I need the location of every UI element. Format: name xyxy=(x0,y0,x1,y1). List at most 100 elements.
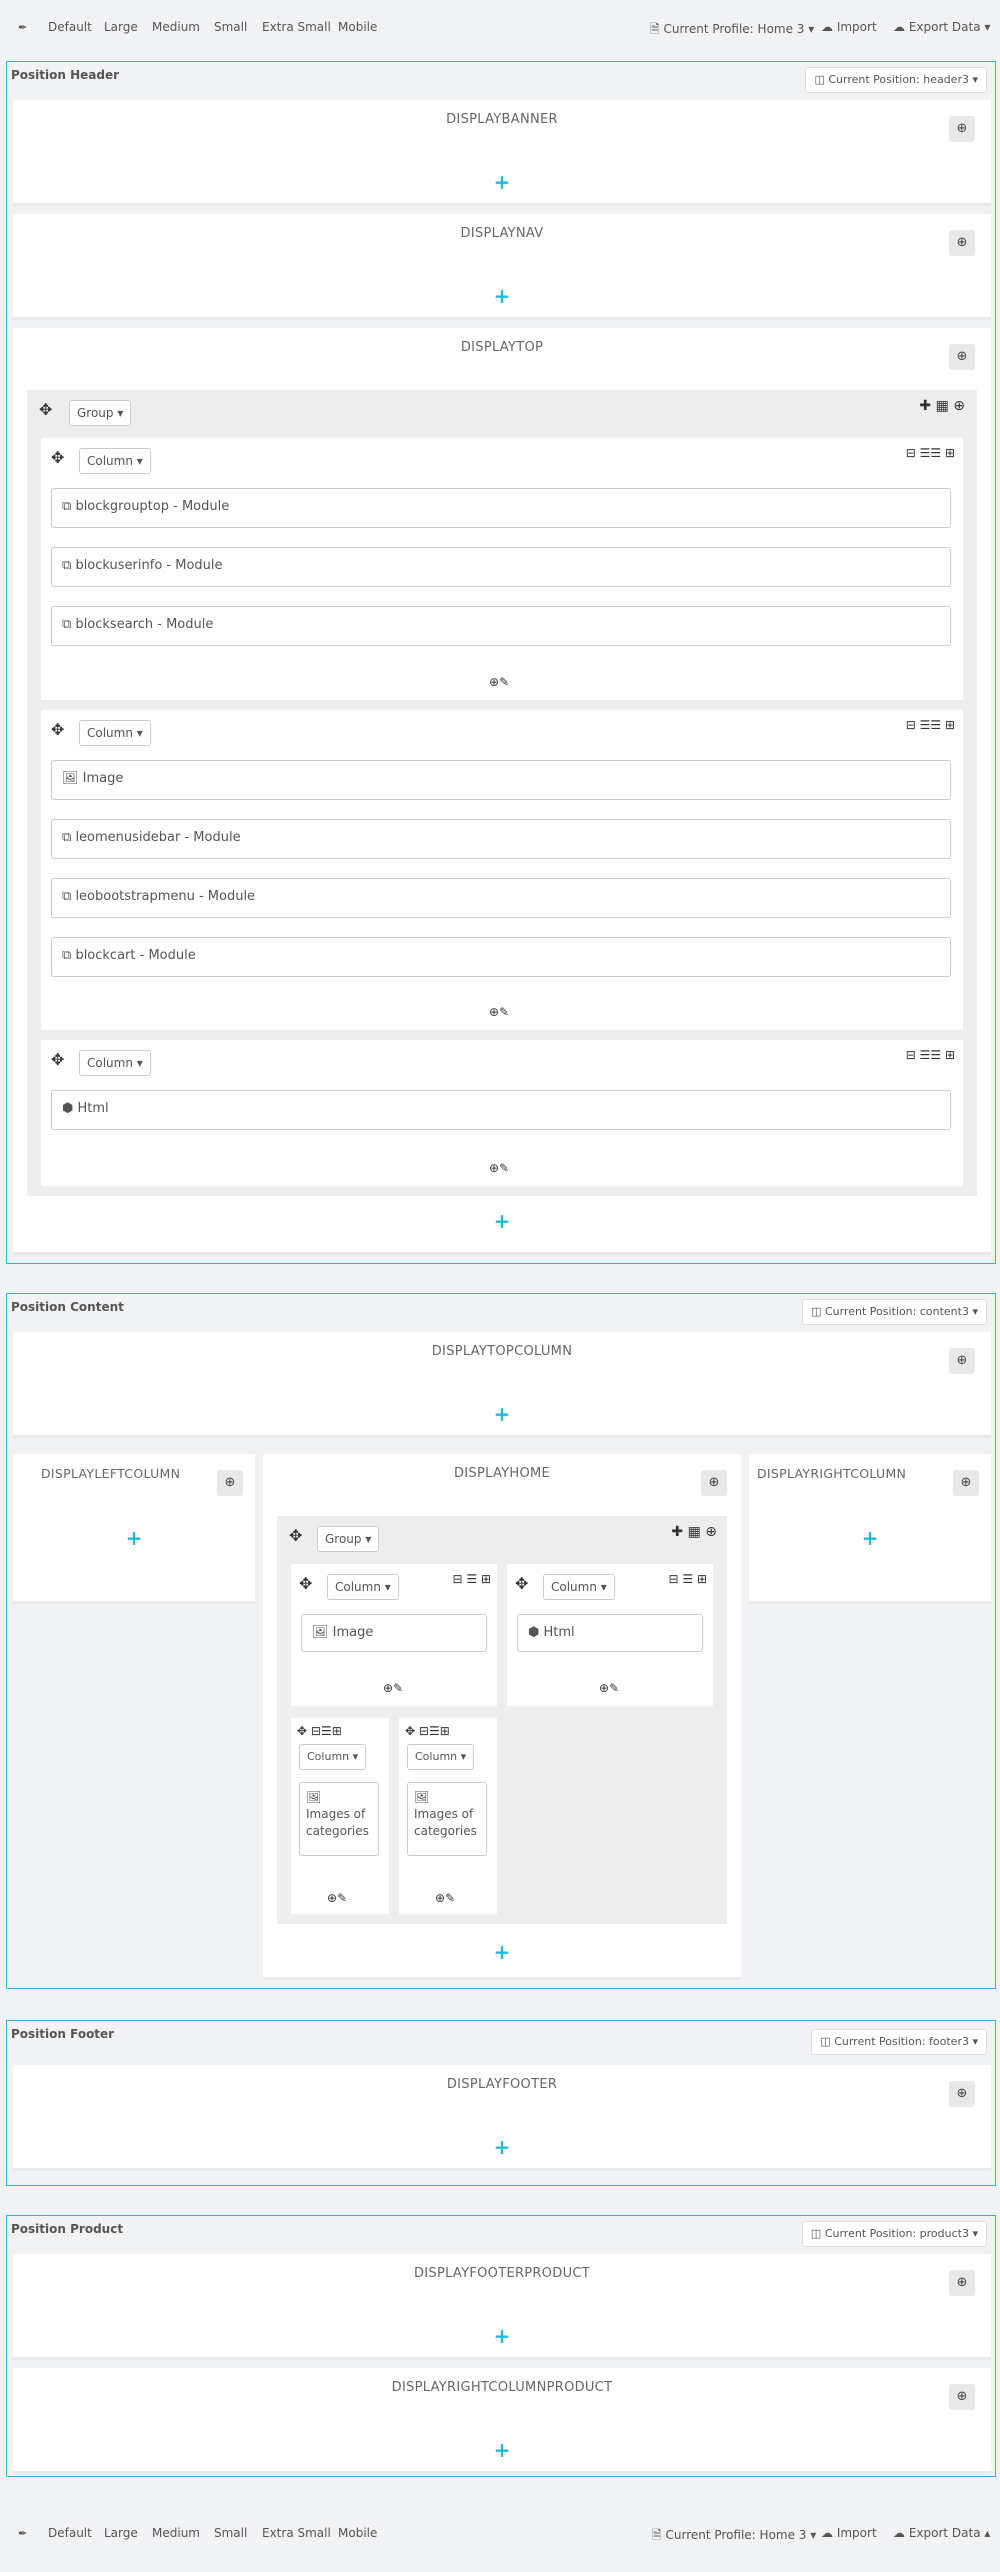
move-icon[interactable]: ✥ xyxy=(51,720,64,739)
column-width-controls[interactable]: ⊟ ☰ ⊞ xyxy=(668,1572,707,1586)
hook-menu-button[interactable]: ⊕ xyxy=(949,1348,975,1374)
column-width-controls[interactable]: ⊟ ☰ ⊞ xyxy=(452,1572,491,1586)
column-dropdown[interactable]: Column ▾ xyxy=(79,720,151,746)
current-position-dropdown[interactable]: ◫ Current Position: footer3 ▾ xyxy=(811,2029,987,2055)
circle-plus-icon: ⊕ xyxy=(956,2086,968,2101)
column-width-controls[interactable]: ⊟ ☰☰ ⊞ xyxy=(906,718,955,732)
circle-plus-icon: ⊕ xyxy=(956,235,968,250)
column-dropdown[interactable]: Column ▾ xyxy=(79,448,151,474)
hook-menu-button[interactable]: ⊕ xyxy=(949,116,975,142)
hook-menu-button[interactable]: ⊕ xyxy=(953,1470,979,1496)
hook-menu-button[interactable]: ⊕ xyxy=(949,230,975,256)
column-add-edit[interactable]: ⊕✎ xyxy=(489,1005,509,1019)
move-icon[interactable]: ✥ xyxy=(289,1526,302,1545)
add-widget-button[interactable]: + xyxy=(13,1528,255,1548)
group-actions[interactable]: ✚ ▦ ⊕ xyxy=(671,1524,717,1540)
size-medium[interactable]: Medium xyxy=(152,20,200,34)
widget-images-of-categories[interactable]: 🖼 Images of categories xyxy=(407,1782,487,1856)
size-small[interactable]: Small xyxy=(214,2526,247,2540)
column-add-edit[interactable]: ⊕✎ xyxy=(599,1681,619,1695)
widget-images-of-categories[interactable]: 🖼 Images of categories xyxy=(299,1782,379,1856)
size-default[interactable]: Default xyxy=(48,20,92,34)
pin-icon[interactable]: ✒ xyxy=(18,2527,27,2540)
move-icon[interactable]: ✥ xyxy=(39,400,52,419)
minus-icon: ⊟ xyxy=(310,1724,321,1738)
size-extra-small[interactable]: Extra Small xyxy=(262,2526,331,2540)
current-position-dropdown[interactable]: ◫ Current Position: header3 ▾ xyxy=(805,67,987,93)
move-icon[interactable]: ✥ xyxy=(299,1574,312,1593)
hook-menu-button[interactable]: ⊕ xyxy=(949,2081,975,2107)
import-button[interactable]: ☁ Import xyxy=(821,2526,877,2540)
image-icon: 🖼 xyxy=(414,1790,430,1804)
minus-icon: ⊟ xyxy=(452,1572,463,1586)
widget-image[interactable]: 🖼 Image xyxy=(51,760,951,800)
column-width-controls[interactable]: ✥ ⊟☰⊞ xyxy=(297,1724,342,1738)
move-icon[interactable]: ✥ xyxy=(51,448,64,467)
widget-module[interactable]: ⧉ leomenusidebar - Module xyxy=(51,819,951,859)
widget-html[interactable]: ⬢ Html xyxy=(51,1090,951,1130)
column-dropdown[interactable]: Column ▾ xyxy=(407,1744,475,1770)
pin-icon[interactable]: ✒ xyxy=(18,21,27,34)
group-dropdown[interactable]: Group ▾ xyxy=(317,1526,380,1552)
column-dropdown[interactable]: Column ▾ xyxy=(327,1574,399,1600)
export-data-dropdown[interactable]: ☁ Export Data ▾ xyxy=(893,20,990,34)
profile-dropdown[interactable]: 🗎 Current Profile: Home 3 ▾ xyxy=(650,20,814,41)
column-dropdown[interactable]: Column ▾ xyxy=(79,1050,151,1076)
move-icon[interactable]: ✥ xyxy=(515,1574,528,1593)
add-widget-button[interactable]: + xyxy=(13,1404,991,1424)
hook-menu-button[interactable]: ⊕ xyxy=(949,2384,975,2410)
move-icon: ✚ xyxy=(919,398,932,414)
current-position-dropdown[interactable]: ◫ Current Position: product3 ▾ xyxy=(801,2221,987,2247)
add-widget-button[interactable]: + xyxy=(13,2440,991,2460)
add-widget-button[interactable]: + xyxy=(13,2326,991,2346)
size-large[interactable]: Large xyxy=(104,20,138,34)
import-button[interactable]: ☁ Import xyxy=(821,20,877,34)
column-add-edit[interactable]: ⊕✎ xyxy=(489,1161,509,1175)
add-widget-button[interactable]: + xyxy=(13,2137,991,2157)
group-actions[interactable]: ✚ ▦ ⊕ xyxy=(919,398,965,414)
add-widget-button[interactable]: + xyxy=(263,1942,741,1962)
add-widget-button[interactable]: + xyxy=(13,172,991,192)
hook-menu-button[interactable]: ⊕ xyxy=(949,344,975,370)
export-data-dropdown[interactable]: ☁ Export Data ▴ xyxy=(893,2526,990,2540)
column-width-controls[interactable]: ⊟ ☰☰ ⊞ xyxy=(906,446,955,460)
column-dropdown[interactable]: Column ▾ xyxy=(543,1574,615,1600)
widget-image[interactable]: 🖼 Image xyxy=(301,1614,487,1652)
module-icon: ⧉ xyxy=(62,889,72,904)
add-widget-button[interactable]: + xyxy=(749,1528,991,1548)
column-width-controls[interactable]: ⊟ ☰☰ ⊞ xyxy=(906,1048,955,1062)
size-medium[interactable]: Medium xyxy=(152,2526,200,2540)
widget-module[interactable]: ⧉ blockuserinfo - Module xyxy=(51,547,951,587)
widget-html[interactable]: ⬢ Html xyxy=(517,1614,703,1652)
move-icon[interactable]: ✥ xyxy=(51,1050,64,1069)
widget-module[interactable]: ⧉ blocksearch - Module xyxy=(51,606,951,646)
size-large[interactable]: Large xyxy=(104,2526,138,2540)
column-width-controls[interactable]: ✥ ⊟☰⊞ xyxy=(405,1724,450,1738)
widget-module[interactable]: ⧉ leobootstrapmenu - Module xyxy=(51,878,951,918)
hook-menu-button[interactable]: ⊕ xyxy=(701,1470,727,1496)
current-position-dropdown[interactable]: ◫ Current Position: content3 ▾ xyxy=(802,1299,987,1325)
size-small[interactable]: Small xyxy=(214,20,247,34)
hook-menu-button[interactable]: ⊕ xyxy=(217,1470,243,1496)
column-dropdown[interactable]: Column ▾ xyxy=(299,1744,367,1770)
circle-plus-icon: ⊕ xyxy=(599,1681,610,1695)
widget-module[interactable]: ⧉ blockcart - Module xyxy=(51,937,951,977)
column-add-edit[interactable]: ⊕✎ xyxy=(327,1891,347,1905)
add-widget-button[interactable]: + xyxy=(13,1211,991,1231)
size-default[interactable]: Default xyxy=(48,2526,92,2540)
widget-module[interactable]: ⧉ blockgrouptop - Module xyxy=(51,488,951,528)
circle-plus-icon: ⊕ xyxy=(435,1891,446,1905)
columns-icon: ◫ xyxy=(811,1305,822,1318)
size-extra-small[interactable]: Extra Small xyxy=(262,20,331,34)
column-add-edit[interactable]: ⊕✎ xyxy=(435,1891,455,1905)
size-mobile[interactable]: Mobile xyxy=(338,2526,377,2540)
profile-dropdown[interactable]: 🗎 Current Profile: Home 3 ▾ xyxy=(652,2526,816,2547)
column-add-edit[interactable]: ⊕✎ xyxy=(383,1681,403,1695)
column-block: ✥ Column ▾ ⊟ ☰☰ ⊞ 🖼 Image ⧉ leomenusideb… xyxy=(41,710,963,1030)
add-widget-button[interactable]: + xyxy=(13,286,991,306)
column-add-edit[interactable]: ⊕✎ xyxy=(489,675,509,689)
hook-title: DISPLAYTOPCOLUMN xyxy=(431,1344,573,1359)
hook-menu-button[interactable]: ⊕ xyxy=(949,2270,975,2296)
group-dropdown[interactable]: Group ▾ xyxy=(69,400,132,426)
size-mobile[interactable]: Mobile xyxy=(338,20,377,34)
